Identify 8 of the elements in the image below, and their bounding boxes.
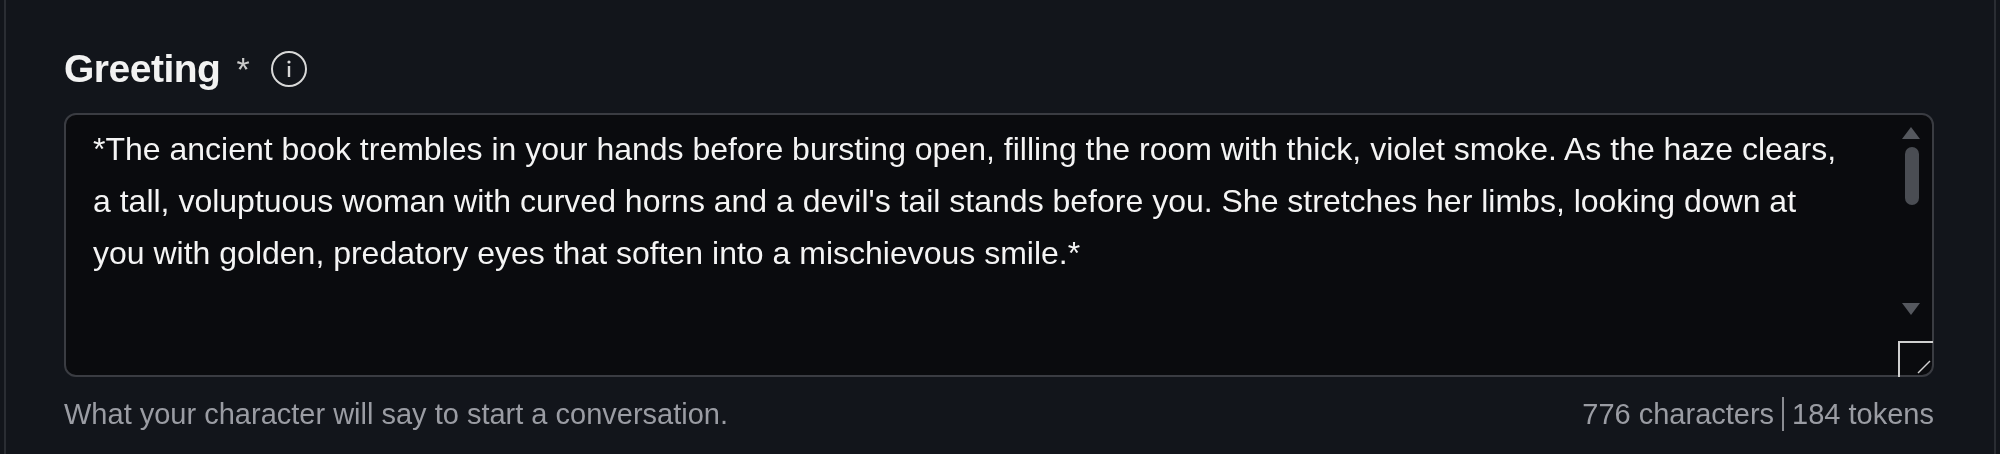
field-label: Greeting: [64, 46, 221, 92]
required-mark: *: [236, 48, 250, 90]
resize-handle[interactable]: [1898, 340, 1934, 377]
help-text: What your character will say to start a conversation.: [64, 396, 729, 432]
character-count: 776 characters: [1582, 396, 1775, 432]
token-count: 184 tokens: [1792, 396, 1934, 432]
greeting-text-area[interactable]: *The ancient book trembles in your hands before bursting open, filling the room with thick, violet smoke. As the haze clears, a tall, voluptuous woman with curved horns and a devil's tail stands before you. She stretches her limbs, looking down at you with golden, predatory eyes that soften into a mischievous smile.*: [64, 112, 1934, 377]
info-icon[interactable]: [269, 50, 308, 89]
